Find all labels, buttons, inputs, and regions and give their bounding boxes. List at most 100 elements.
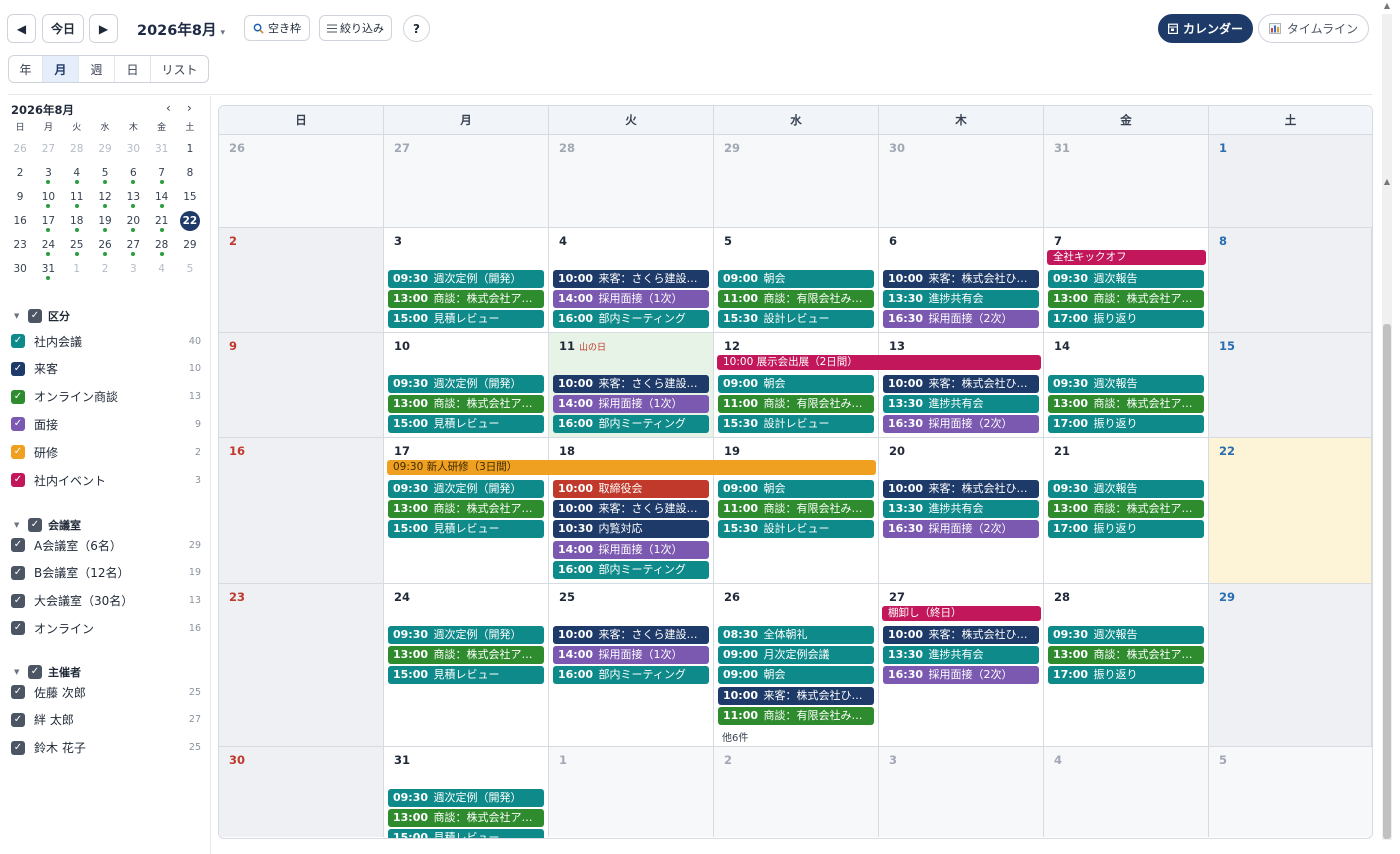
mini-day[interactable]: 4 [63, 161, 91, 185]
filter-item[interactable]: ✓ オンライン 16 [11, 618, 201, 638]
day-cell[interactable]: 31 09:30 週次定例（開発） 13:00 商談：株式会社アオイ… 15:00 見… [384, 747, 549, 838]
event-chip[interactable]: 13:00 商談：株式会社アオイ… [1048, 500, 1204, 519]
event-chip[interactable]: 14:00 採用面接（1次） [553, 540, 709, 559]
mini-day[interactable]: 3 [119, 257, 147, 281]
filter-item[interactable]: ✓ B会議室（12名） 19 [11, 563, 201, 583]
mini-day[interactable]: 20 [119, 209, 147, 233]
filter-checkbox[interactable]: ✓ [11, 445, 25, 460]
mini-day[interactable]: 26 [6, 137, 34, 161]
event-chip[interactable]: 10:00 来客：株式会社ひなた… [883, 480, 1039, 498]
event-chip[interactable]: 09:00 月次定例会議 [718, 646, 874, 665]
event-chip[interactable]: 16:00 部内ミーティング [553, 666, 709, 685]
mini-day[interactable]: 27 [119, 233, 147, 257]
event-chip[interactable]: 09:30 週次報告 [1048, 375, 1204, 393]
day-cell[interactable]: 3 09:30 週次定例（開発） 13:00 商談：株式会社アオイ… 15:00 見積… [384, 228, 549, 332]
mini-day[interactable]: 2 [91, 257, 119, 281]
event-chip[interactable]: 09:00 朝会 [718, 666, 874, 685]
day-cell[interactable]: 13 10:00 来客：株式会社ひなた… 13:30 進捗共有会 16:30 採用面接… [879, 333, 1044, 437]
day-cell[interactable]: 10 09:30 週次定例（開発） 13:00 商談：株式会社アオイ… 15:00 見… [384, 333, 549, 437]
day-cell[interactable]: 31 [1044, 135, 1209, 227]
mini-day[interactable]: 18 [63, 209, 91, 233]
event-chip[interactable]: 10:00 来客：さくら建設株式… [553, 375, 709, 393]
collapse-triangle-icon[interactable]: ▼ [14, 668, 22, 676]
mini-day[interactable]: 28 [147, 233, 175, 257]
event-chip[interactable]: 13:30 進捗共有会 [883, 500, 1039, 519]
day-cell[interactable]: 25 10:00 来客：さくら建設株式… 14:00 採用面接（1次） 16:00 部… [549, 584, 714, 746]
event-chip[interactable]: 10:00 来客：株式会社ひなた… [883, 270, 1039, 288]
tab-1[interactable]: 月 [43, 56, 79, 82]
free-slots-button[interactable]: 空き枠 [244, 15, 310, 41]
tab-0[interactable]: 年 [9, 56, 43, 82]
day-cell[interactable]: 29 [714, 135, 879, 227]
section-checkbox[interactable]: ✓ [28, 309, 42, 323]
collapse-triangle-icon[interactable]: ▼ [14, 312, 22, 320]
filter-item[interactable]: ✓ A会議室（6名） 29 [11, 535, 201, 555]
event-chip[interactable]: 09:30 週次定例（開発） [388, 789, 544, 807]
event-chip[interactable]: 15:30 設計レビュー [718, 415, 874, 434]
event-chip[interactable]: 15:30 設計レビュー [718, 310, 874, 329]
day-cell[interactable]: 23 [219, 584, 384, 746]
collapse-triangle-icon[interactable]: ▼ [14, 521, 22, 529]
scroll-up-icon[interactable]: ▲ [1382, 176, 1392, 188]
mini-day[interactable]: 10 [34, 185, 62, 209]
filter-item[interactable]: ✓ 面接 9 [11, 414, 201, 434]
day-cell[interactable]: 2 [714, 747, 879, 837]
mini-day[interactable]: 6 [119, 161, 147, 185]
event-chip[interactable]: 09:00 朝会 [718, 375, 874, 393]
event-chip[interactable]: 11:00 商談：有限会社みどり… [718, 500, 874, 519]
event-chip[interactable]: 10:00 来客：さくら建設株式… [553, 270, 709, 288]
event-chip[interactable]: 11:00 商談：有限会社みどり… [718, 706, 874, 725]
scrollbar-thumb[interactable] [1383, 324, 1391, 839]
event-chip[interactable]: 13:00 商談：株式会社アオイ… [1048, 395, 1204, 414]
filter-checkbox[interactable]: ✓ [11, 334, 25, 348]
day-cell[interactable]: 7 09:30 週次報告 13:00 商談：株式会社アオイ… 17:00 振り返り [1044, 228, 1209, 332]
scrollbar[interactable] [1382, 14, 1392, 840]
filter-item[interactable]: ✓ 社内会議 40 [11, 331, 201, 351]
day-cell[interactable]: 14 09:30 週次報告 13:00 商談：株式会社アオイ… 17:00 振り返り [1044, 333, 1209, 437]
day-cell[interactable]: 4 10:00 来客：さくら建設株式… 14:00 採用面接（1次） 16:00 部内… [549, 228, 714, 332]
section-checkbox[interactable]: ✓ [28, 518, 42, 532]
mini-day[interactable]: 17 [34, 209, 62, 233]
event-chip[interactable]: 13:00 商談：株式会社アオイ… [388, 500, 544, 519]
mini-day[interactable]: 22 [176, 209, 204, 233]
mini-day[interactable]: 21 [147, 209, 175, 233]
filter-section-header[interactable]: ▼ ✓ 区分 [14, 308, 70, 324]
event-chip[interactable]: 13:30 進捗共有会 [883, 646, 1039, 665]
filter-item[interactable]: ✓ 研修 2 [11, 442, 201, 462]
day-cell[interactable]: 30 [879, 135, 1044, 227]
filter-item[interactable]: ✓ 絆 太郎 27 [11, 710, 201, 730]
mini-day[interactable]: 4 [147, 257, 175, 281]
mini-day[interactable]: 8 [176, 161, 204, 185]
filter-checkbox[interactable]: ✓ [11, 361, 25, 376]
filter-checkbox[interactable]: ✓ [11, 685, 25, 699]
event-chip[interactable]: 17:00 振り返り [1048, 310, 1204, 329]
day-cell[interactable]: 11 山の日 10:00 来客：さくら建設株式… 14:00 採用面接（1次） 16:0… [549, 333, 714, 437]
event-chip[interactable]: 16:00 部内ミーティング [553, 560, 709, 579]
event-chip[interactable]: 14:00 採用面接（1次） [553, 290, 709, 309]
day-cell[interactable]: 26 [219, 135, 384, 227]
event-chip[interactable]: 10:00 来客：さくら建設株式… [553, 500, 709, 519]
event-chip[interactable]: 16:30 採用面接（2次） [883, 520, 1039, 539]
day-cell[interactable]: 6 10:00 来客：株式会社ひなた… 13:30 進捗共有会 16:30 採用面接（… [879, 228, 1044, 332]
day-cell[interactable]: 5 [1209, 747, 1372, 837]
day-cell[interactable]: 29 [1209, 584, 1372, 746]
mini-day[interactable]: 23 [6, 233, 34, 257]
scroll-up-icon[interactable]: ▲ [1382, 0, 1392, 12]
day-cell[interactable]: 28 [549, 135, 714, 227]
event-chip[interactable]: 09:30 週次定例（開発） [388, 480, 544, 498]
event-chip[interactable]: 15:30 設計レビュー [718, 520, 874, 539]
filter-item[interactable]: ✓ オンライン商談 13 [11, 387, 201, 407]
event-chip[interactable]: 10:30 内覧対応 [553, 520, 709, 539]
day-cell[interactable]: 5 09:00 朝会 11:00 商談：有限会社みどり… 15:30 設計レビュー [714, 228, 879, 332]
event-chip[interactable]: 14:00 採用面接（1次） [553, 395, 709, 414]
day-cell[interactable]: 15 [1209, 333, 1372, 437]
event-chip[interactable]: 09:30 週次報告 [1048, 480, 1204, 498]
filter-checkbox[interactable]: ✓ [11, 389, 25, 404]
mini-day[interactable]: 12 [91, 185, 119, 209]
event-chip[interactable]: 13:00 商談：株式会社アオイ… [388, 290, 544, 309]
tab-2[interactable]: 週 [79, 56, 115, 82]
mini-day[interactable]: 19 [91, 209, 119, 233]
event-chip[interactable]: 10:00 来客：さくら建設株式… [553, 626, 709, 644]
multi-day-event[interactable]: 09:30 新人研修（3日間） [387, 460, 876, 475]
mini-day[interactable]: 5 [176, 257, 204, 281]
